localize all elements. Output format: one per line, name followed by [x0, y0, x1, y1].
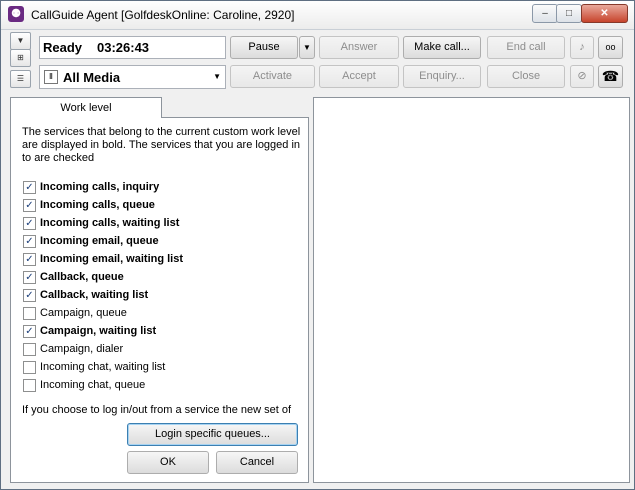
window-add-icon[interactable]: ⊞	[10, 49, 31, 67]
service-label: Callback, queue	[40, 271, 124, 283]
service-item[interactable]: ✓ Incoming calls, inquiry	[23, 179, 159, 195]
end-call-button[interactable]: End call	[487, 36, 565, 59]
service-label: Incoming chat, queue	[40, 379, 146, 391]
service-checkbox[interactable]: ✓	[23, 252, 36, 266]
service-label: Incoming chat, waiting list	[40, 361, 166, 373]
service-checkbox[interactable]	[23, 306, 36, 320]
service-checkbox[interactable]	[23, 342, 36, 356]
service-item[interactable]: Campaign, dialer	[23, 341, 123, 357]
service-item[interactable]: ✓ Incoming email, queue	[23, 233, 159, 249]
service-item[interactable]: ✓ Callback, queue	[23, 269, 124, 285]
service-item[interactable]: Campaign, queue	[23, 305, 127, 321]
answer-button[interactable]: Answer	[319, 36, 399, 59]
status-timer: 03:26:43	[97, 40, 150, 55]
service-label: Callback, waiting list	[40, 289, 149, 301]
window-title: CallGuide Agent [GolfdeskOnline: Carolin…	[31, 8, 295, 22]
service-checkbox[interactable]: ✓	[23, 198, 36, 212]
service-item[interactable]: Incoming chat, waiting list	[23, 359, 165, 375]
work-level-note: If you choose to log in/out from a servi…	[22, 404, 292, 416]
service-item[interactable]: ✓ Incoming email, waiting list	[23, 251, 183, 267]
details-panel	[313, 97, 630, 483]
tab-work-level[interactable]: Work level	[10, 97, 162, 118]
service-checkbox[interactable]: ✓	[23, 288, 36, 302]
voicemail-icon[interactable]: ᴏᴏ	[598, 36, 623, 59]
agent-status-display: Ready 03:26:43	[39, 36, 226, 59]
close-window-button[interactable]: ✕	[581, 4, 628, 23]
music-icon[interactable]: ♪	[570, 36, 594, 59]
pause-button[interactable]: Pause	[230, 36, 298, 59]
accept-button[interactable]: Accept	[319, 65, 399, 88]
service-checkbox[interactable]: ✓	[23, 234, 36, 248]
title-bar: ⚉ CallGuide Agent [GolfdeskOnline: Carol…	[1, 1, 634, 30]
service-checkbox[interactable]: ✓	[23, 270, 36, 284]
dropdown-icon[interactable]: ▼	[10, 32, 31, 50]
service-item[interactable]: ✓ Incoming calls, queue	[23, 197, 155, 213]
status-state: Ready	[43, 40, 83, 55]
service-item[interactable]: Incoming chat, queue	[23, 377, 145, 393]
mute-icon[interactable]: ⊘	[570, 65, 594, 88]
work-level-description: The services that belong to the current …	[22, 126, 301, 164]
service-checkbox[interactable]	[23, 378, 36, 392]
service-item[interactable]: ✓ Callback, waiting list	[23, 287, 148, 303]
window-list-icon[interactable]: ☰	[10, 70, 31, 88]
minimize-button[interactable]: –	[532, 4, 558, 23]
service-label: Incoming email, waiting list	[40, 253, 184, 265]
service-item[interactable]: ✓ Incoming calls, waiting list	[23, 215, 179, 231]
service-checkbox[interactable]: ✓	[23, 180, 36, 194]
ok-button[interactable]: OK	[127, 451, 209, 474]
service-label: Incoming calls, inquiry	[40, 181, 160, 193]
service-checkbox[interactable]	[23, 360, 36, 374]
enquiry-button[interactable]: Enquiry...	[403, 65, 481, 88]
chevron-down-icon: ▼	[213, 72, 221, 81]
cancel-button[interactable]: Cancel	[216, 451, 298, 474]
service-label: Campaign, queue	[40, 307, 127, 319]
service-checkbox[interactable]: ✓	[23, 216, 36, 230]
service-label: Campaign, waiting list	[40, 325, 157, 337]
app-logo-icon: ⚉	[8, 6, 24, 22]
service-label: Incoming calls, waiting list	[40, 217, 180, 229]
service-checkbox[interactable]: ✓	[23, 324, 36, 338]
make-call-button[interactable]: Make call...	[403, 36, 481, 59]
service-label: Campaign, dialer	[40, 343, 124, 355]
login-specific-queues-button[interactable]: Login specific queues...	[127, 423, 298, 446]
media-select[interactable]: Ⅱ All Media ▼	[39, 65, 226, 89]
service-label: Incoming email, queue	[40, 235, 159, 247]
phone-icon[interactable]: ☎	[598, 65, 623, 88]
service-label: Incoming calls, queue	[40, 199, 155, 211]
media-select-value: All Media	[63, 70, 121, 85]
close-button[interactable]: Close	[487, 65, 565, 88]
work-level-panel: The services that belong to the current …	[10, 117, 309, 483]
maximize-button[interactable]: □	[556, 4, 582, 23]
service-item[interactable]: ✓ Campaign, waiting list	[23, 323, 156, 339]
media-pause-icon: Ⅱ	[44, 70, 58, 84]
activate-button[interactable]: Activate	[230, 65, 315, 88]
pause-menu-button[interactable]: ▼	[299, 36, 315, 59]
app-window: ⚉ CallGuide Agent [GolfdeskOnline: Carol…	[0, 0, 635, 490]
